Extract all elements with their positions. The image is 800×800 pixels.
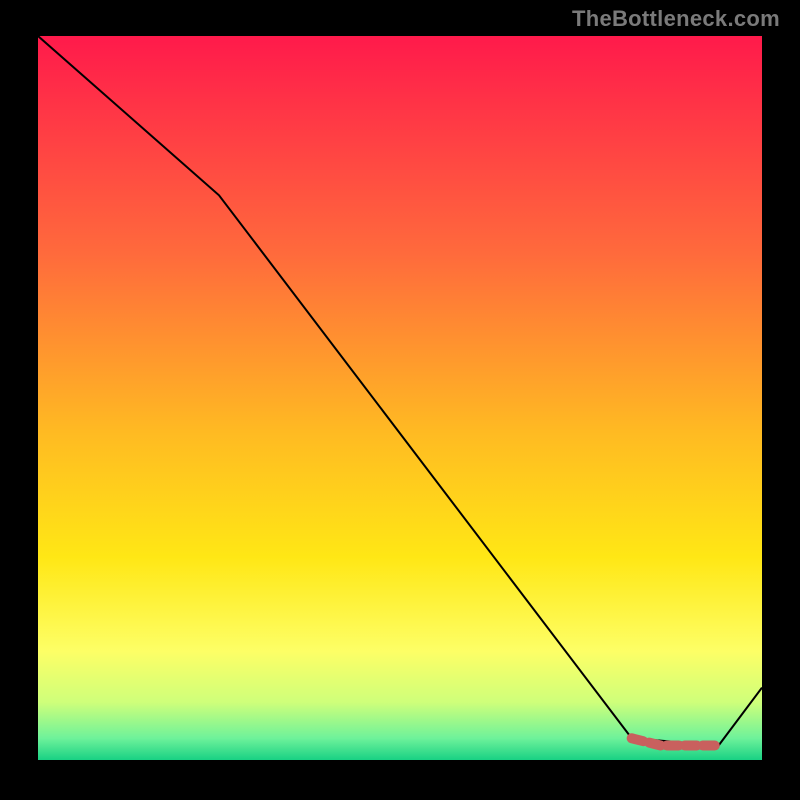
chart-plot <box>38 36 762 760</box>
gradient-background <box>38 36 762 760</box>
chart-container: TheBottleneck.com <box>0 0 800 800</box>
attribution-text: TheBottleneck.com <box>572 6 780 32</box>
